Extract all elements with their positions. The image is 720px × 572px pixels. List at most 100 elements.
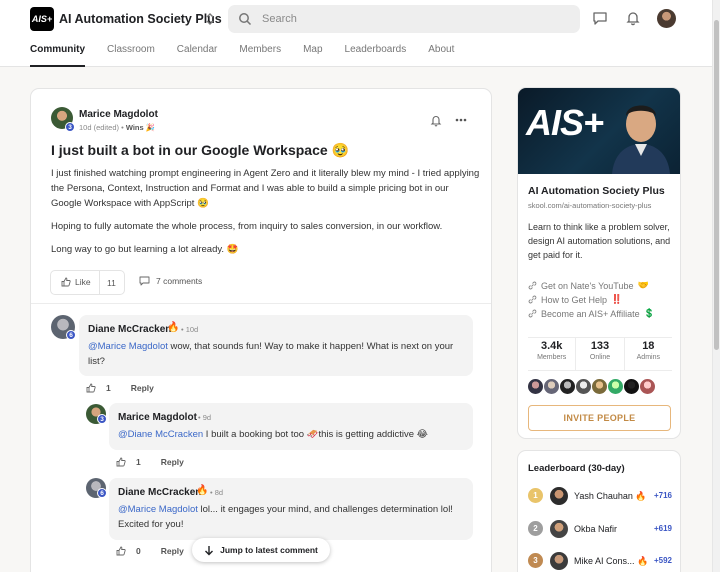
tab-leaderboards[interactable]: Leaderboards — [345, 44, 407, 67]
member-avatar — [544, 379, 559, 394]
leader-name[interactable]: Okba Nafir — [574, 524, 617, 534]
invite-people-button[interactable]: INVITE PEOPLE — [528, 405, 671, 431]
comments-count[interactable]: 7 comments — [139, 276, 202, 286]
comment-time: • 8d — [210, 488, 224, 497]
member-avatar — [608, 379, 623, 394]
fire-badge: 🔥 — [637, 556, 649, 566]
link-icon — [528, 281, 537, 290]
bell-icon[interactable] — [625, 10, 641, 26]
level-badge: 6 — [66, 330, 76, 340]
tab-members[interactable]: Members — [239, 44, 281, 67]
profile-avatar[interactable] — [657, 9, 676, 28]
post-meta: 10d (edited) • Wins 🎉 — [79, 123, 155, 132]
category-emoji: 🎉 — [145, 123, 156, 132]
leaderboard-row[interactable]: 3 Mike AI Cons... 🔥 +592 — [528, 551, 676, 571]
comment-author[interactable]: Diane McCracken — [88, 324, 171, 335]
comment-author[interactable]: Diane McCracken — [118, 487, 201, 498]
link-label: How to Get Help — [541, 294, 608, 305]
link-icon — [528, 309, 537, 318]
switch-group-icon[interactable] — [204, 11, 216, 27]
leader-name[interactable]: Yash Chauhan 🔥 — [574, 491, 647, 502]
reply-button[interactable]: Reply — [131, 383, 154, 393]
jump-to-latest-button[interactable]: Jump to latest comment — [192, 538, 330, 562]
mention-link[interactable]: @Diane McCracken — [118, 429, 203, 440]
search-input[interactable] — [262, 5, 562, 33]
divider — [31, 303, 491, 304]
leaderboard-row[interactable]: 2 Okba Nafir +619 — [528, 519, 676, 539]
comment-like-count: 1 — [136, 457, 141, 467]
link-emoji: 🤝 — [637, 280, 649, 290]
group-name[interactable]: AI Automation Society Plus — [59, 12, 222, 26]
nav-tabs: Community Classroom Calendar Members Map… — [30, 44, 476, 67]
follow-bell-icon[interactable] — [430, 114, 442, 127]
link-get-help[interactable]: How to Get Help ‼️ — [528, 294, 622, 305]
like-button[interactable]: Like — [61, 277, 91, 287]
mention-link[interactable]: @Marice Magdolot — [88, 341, 168, 352]
link-emoji: 💲 — [643, 308, 655, 318]
rank-medal-silver: 2 — [528, 521, 543, 536]
comment-icon — [139, 276, 150, 286]
comment-actions: 1 Reply — [116, 457, 184, 467]
comment-author[interactable]: Marice Magdolot — [118, 412, 197, 423]
leaderboard-title[interactable]: Leaderboard (30-day) — [528, 463, 625, 474]
post-paragraph: Long way to go but learning a lot alread… — [51, 244, 239, 255]
comment-bubble: Marice Magdolot • 9d @Diane McCracken I … — [109, 403, 473, 450]
stat-members[interactable]: 3.4k Members — [528, 338, 577, 370]
post-time: 10d (edited) • — [79, 123, 126, 132]
post-paragraph: Hoping to fully automate the whole proce… — [51, 221, 443, 232]
link-affiliate[interactable]: Become an AIS+ Affiliate 💲 — [528, 308, 655, 319]
jump-label: Jump to latest comment — [220, 545, 318, 555]
search-icon — [239, 13, 252, 26]
leader-avatar[interactable] — [550, 552, 568, 570]
member-avatar — [560, 379, 575, 394]
post-body: I just finished watching prompt engineer… — [51, 166, 481, 265]
comment-text: @Marice Magdolot wow, that sounds fun! W… — [88, 339, 464, 369]
scrollbar-thumb[interactable] — [714, 20, 719, 350]
like-label: Like — [75, 277, 91, 287]
leaderboard-card: Leaderboard (30-day) 1 Yash Chauhan 🔥 +7… — [517, 450, 681, 572]
page-scrollbar[interactable] — [712, 0, 720, 572]
comment-bubble: Diane McCracken 🔥 • 10d @Marice Magdolot… — [79, 315, 473, 376]
member-avatar — [592, 379, 607, 394]
thumbs-up-icon[interactable] — [116, 457, 126, 467]
leader-name[interactable]: Mike AI Cons... 🔥 — [574, 556, 648, 567]
banner-person-image — [612, 105, 670, 174]
group-title: AI Automation Society Plus — [528, 185, 665, 197]
search-bar[interactable] — [228, 5, 580, 33]
member-avatars[interactable] — [528, 379, 655, 394]
arrow-down-icon — [205, 545, 214, 555]
mention-link[interactable]: @Marice Magdolot — [118, 504, 198, 515]
leader-avatar[interactable] — [550, 487, 568, 505]
fire-badge: 🔥 — [635, 491, 647, 501]
group-stats: 3.4k Members 133 Online 18 Admins — [528, 337, 672, 371]
reply-button[interactable]: Reply — [161, 546, 184, 556]
tab-classroom[interactable]: Classroom — [107, 44, 155, 67]
leaderboard-row[interactable]: 1 Yash Chauhan 🔥 +716 — [528, 486, 676, 506]
fire-badge: 🔥 — [196, 485, 209, 496]
leader-points: +716 — [653, 491, 672, 500]
stat-admins[interactable]: 18 Admins — [625, 338, 672, 370]
group-url[interactable]: skool.com/ai-automation-society-plus — [528, 201, 651, 210]
tab-about[interactable]: About — [428, 44, 454, 67]
post-author[interactable]: Marice Magdolot — [79, 109, 158, 120]
group-banner[interactable]: AIS+ — [518, 88, 680, 174]
stat-label: Admins — [636, 354, 660, 361]
thumbs-up-icon[interactable] — [86, 383, 96, 393]
chat-icon[interactable] — [592, 10, 608, 26]
tab-community[interactable]: Community — [30, 44, 85, 67]
leader-avatar[interactable] — [550, 520, 568, 538]
tab-calendar[interactable]: Calendar — [177, 44, 218, 67]
thumbs-up-icon[interactable] — [116, 546, 126, 556]
post-category[interactable]: Wins — [126, 123, 144, 132]
link-youtube[interactable]: Get on Nate's YouTube 🤝 — [528, 280, 649, 291]
more-options-icon[interactable] — [455, 118, 467, 122]
reply-button[interactable]: Reply — [161, 457, 184, 467]
banner-logo-text: AIS+ — [526, 102, 604, 143]
like-count[interactable]: 11 — [107, 278, 116, 288]
comment-like-count: 1 — [106, 383, 111, 393]
leader-points: +592 — [653, 556, 672, 565]
group-logo[interactable]: AIS+ — [30, 7, 54, 31]
stat-online[interactable]: 133 Online — [576, 338, 625, 370]
post-card: 3 Marice Magdolot 10d (edited) • Wins 🎉 … — [30, 88, 492, 572]
tab-map[interactable]: Map — [303, 44, 322, 67]
